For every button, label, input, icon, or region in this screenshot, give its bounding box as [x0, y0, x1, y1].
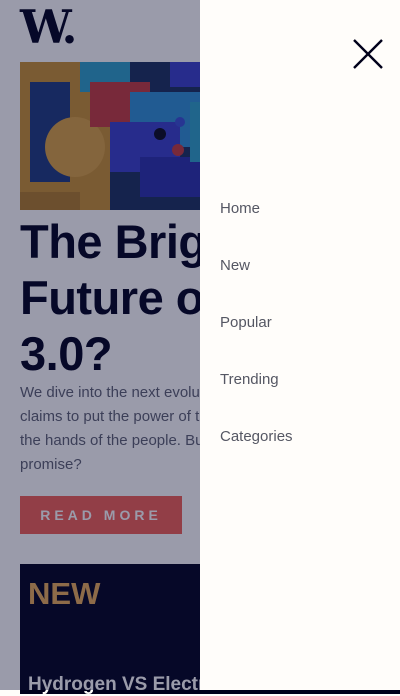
- menu-item-trending: Trending: [220, 371, 293, 428]
- close-menu-button[interactable]: [348, 34, 388, 74]
- close-icon: [353, 39, 383, 69]
- menu-item-new: New: [220, 257, 293, 314]
- menu-item-popular: Popular: [220, 314, 293, 371]
- menu-link-home[interactable]: Home: [220, 200, 260, 218]
- menu-link-trending[interactable]: Trending: [220, 371, 279, 389]
- menu-link-popular[interactable]: Popular: [220, 314, 272, 332]
- nav-menu: Home New Popular Trending Categories: [220, 200, 293, 485]
- menu-item-categories: Categories: [220, 428, 293, 485]
- menu-link-categories[interactable]: Categories: [220, 428, 293, 446]
- menu-item-home: Home: [220, 200, 293, 257]
- menu-link-new[interactable]: New: [220, 257, 250, 275]
